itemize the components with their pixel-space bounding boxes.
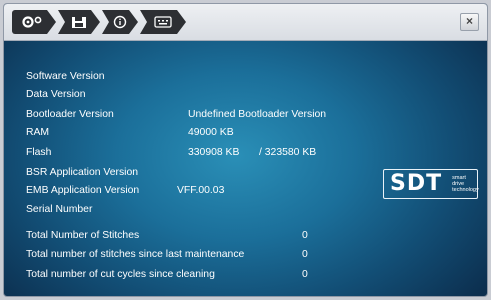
info-label: Software Version — [26, 71, 105, 82]
title-bar: × — [4, 4, 487, 41]
info-label: Serial Number — [26, 204, 93, 215]
sdt-logo: SDT smart drive technology — [383, 169, 479, 199]
info-label: Flash — [26, 147, 52, 158]
info-value: 0 — [302, 269, 308, 280]
save-icon — [71, 16, 87, 29]
info-label: Total number of cut cycles since cleanin… — [26, 269, 215, 280]
breadcrumb-info[interactable] — [102, 10, 138, 34]
info-label: Bootloader Version — [26, 109, 114, 120]
info-window: × Software Version Data Version Bootload… — [3, 3, 488, 297]
close-icon: × — [465, 14, 473, 28]
close-button[interactable]: × — [460, 13, 479, 31]
info-label: Total number of stitches since last main… — [26, 249, 245, 260]
info-value: 330908 KB — [188, 147, 240, 158]
breadcrumb — [12, 10, 188, 34]
breadcrumb-save[interactable] — [58, 10, 100, 34]
breadcrumb-keyboard[interactable] — [140, 10, 186, 34]
logo-tagline: smart drive technology — [452, 175, 479, 193]
info-label: Data Version — [26, 89, 86, 100]
info-value: 49000 KB — [188, 127, 234, 138]
info-value: Undefined Bootloader Version — [188, 109, 327, 120]
logo-tagline-line: technology — [452, 187, 479, 193]
breadcrumb-settings[interactable] — [12, 10, 56, 34]
info-value: VFF.00.03 — [177, 185, 225, 196]
info-label: BSR Application Version — [26, 167, 139, 178]
settings-icon — [21, 15, 47, 29]
info-icon — [113, 15, 127, 29]
logo-mark: SDT — [390, 171, 443, 196]
info-value: 0 — [302, 230, 308, 241]
keyboard-icon — [154, 16, 172, 28]
info-value: 0 — [302, 249, 308, 260]
info-value-total: / 323580 KB — [259, 147, 317, 158]
info-label: EMB Application Version — [26, 185, 140, 196]
info-label: Total Number of Stitches — [26, 230, 140, 241]
info-label: RAM — [26, 127, 50, 138]
